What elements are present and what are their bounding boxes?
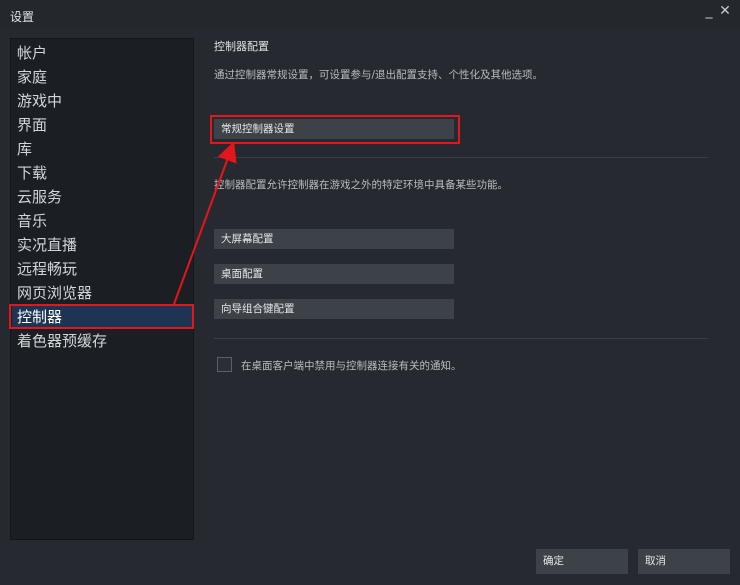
close-icon[interactable]: ✕ <box>717 3 733 19</box>
sidebar-item-web-browser[interactable]: 网页浏览器 <box>12 281 194 305</box>
sidebar-item-broadcasting[interactable]: 实况直播 <box>12 233 194 257</box>
big-picture-config-button[interactable]: 大屏幕配置 <box>214 229 454 249</box>
section-title: 控制器配置 <box>214 40 269 53</box>
sidebar-item-cloud[interactable]: 云服务 <box>12 185 194 209</box>
disable-notifications-label: 在桌面客户端中禁用与控制器连接有关的通知。 <box>241 360 462 372</box>
sidebar-item-interface[interactable]: 界面 <box>12 113 194 137</box>
controller-settings-panel: 控制器配置 通过控制器常规设置，可设置参与/退出配置支持、个性化及其他选项。 常… <box>200 28 740 545</box>
title-bar: 设置 _ ✕ <box>0 0 740 28</box>
settings-sidebar: 帐户 家庭 游戏中 界面 库 下载 云服务 音乐 实况直播 远程畅玩 网页浏览器… <box>10 38 194 540</box>
sidebar-item-library[interactable]: 库 <box>12 137 194 161</box>
sidebar-item-music[interactable]: 音乐 <box>12 209 194 233</box>
desktop-config-button[interactable]: 桌面配置 <box>214 264 454 284</box>
minimize-icon[interactable]: _ <box>701 3 717 19</box>
intro-text: 通过控制器常规设置，可设置参与/退出配置支持、个性化及其他选项。 <box>214 69 544 81</box>
config-description: 控制器配置允许控制器在游戏之外的特定环境中具备某些功能。 <box>214 179 508 191</box>
sidebar-item-in-game[interactable]: 游戏中 <box>12 89 194 113</box>
cancel-button[interactable]: 取消 <box>638 549 730 574</box>
divider <box>214 157 708 158</box>
ok-button[interactable]: 确定 <box>536 549 628 574</box>
disable-notifications-checkbox[interactable] <box>217 357 232 372</box>
sidebar-item-shader-pre-caching[interactable]: 着色器预缓存 <box>12 329 194 353</box>
sidebar-item-account[interactable]: 帐户 <box>12 41 194 65</box>
sidebar-item-family[interactable]: 家庭 <box>12 65 194 89</box>
sidebar-item-downloads[interactable]: 下载 <box>12 161 194 185</box>
window-title: 设置 <box>10 10 35 24</box>
sidebar-item-remote-play[interactable]: 远程畅玩 <box>12 257 194 281</box>
sidebar-item-controller[interactable]: 控制器 <box>12 305 194 329</box>
divider <box>214 338 708 339</box>
general-controller-settings-button[interactable]: 常规控制器设置 <box>214 119 454 139</box>
guide-chord-config-button[interactable]: 向导组合键配置 <box>214 299 454 319</box>
